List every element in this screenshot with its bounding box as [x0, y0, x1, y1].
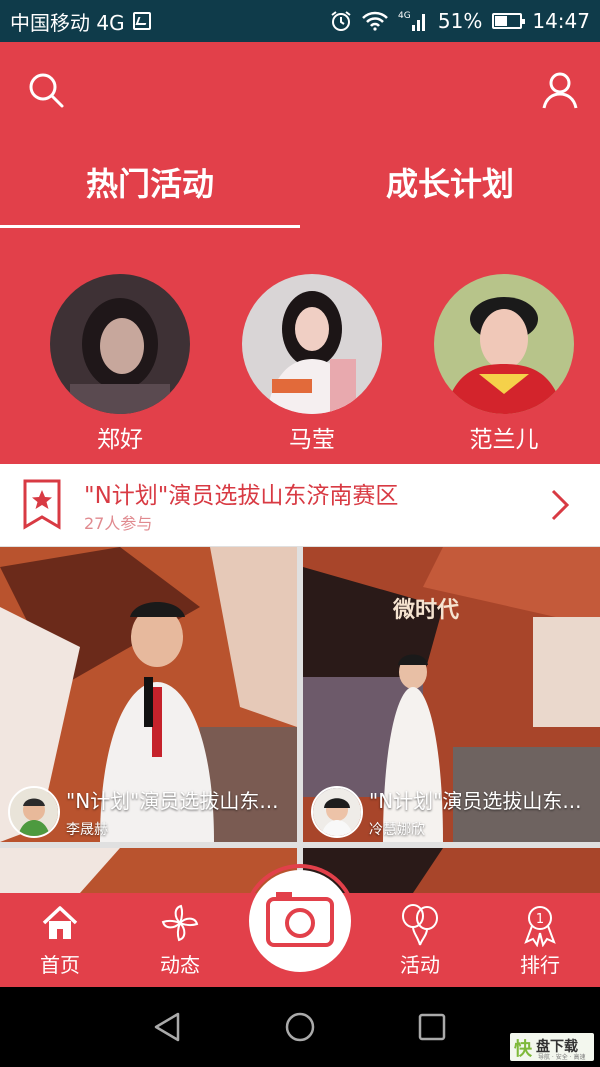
camera-icon: [266, 892, 334, 947]
system-nav-bar: 快 盘下载 导航 · 安全 · 高速: [0, 987, 600, 1067]
clock: 14:47: [532, 9, 590, 33]
alarm-icon: [331, 11, 351, 31]
wifi-icon: [362, 11, 388, 31]
star-item[interactable]: 马莹: [242, 274, 382, 454]
author-avatar: [8, 786, 60, 838]
nav-label: 活动: [400, 953, 440, 977]
active-tab-indicator: [0, 225, 300, 228]
card-title: "N计划"演员选拔山东...: [66, 789, 279, 813]
svg-text:4G: 4G: [398, 11, 411, 21]
star-name: 马莹: [289, 427, 335, 453]
battery-icon: [492, 13, 526, 29]
author-avatar: [311, 786, 363, 838]
nav-label: 排行: [520, 953, 560, 977]
tab-bar: 热门活动 成长计划: [0, 152, 600, 272]
star-item[interactable]: 范兰儿: [434, 274, 574, 454]
nav-activities[interactable]: 活动: [360, 893, 480, 987]
banner-text-decoration: 微时代: [392, 597, 459, 623]
tab-growth-plan[interactable]: 成长计划: [300, 152, 600, 216]
event-banner[interactable]: "N计划"演员选拔山东济南赛区 27人参与: [0, 464, 600, 546]
home-circle-icon[interactable]: [284, 1011, 316, 1043]
svg-text:1: 1: [536, 912, 544, 927]
carrier-label: 中国移动 4G: [10, 10, 125, 35]
card-title: "N计划"演员选拔山东...: [369, 789, 582, 813]
star-name: 郑好: [97, 427, 143, 453]
search-icon[interactable]: [26, 70, 66, 110]
battery-percent: 51%: [437, 9, 483, 33]
nav-ranking[interactable]: 1 排行: [480, 893, 600, 987]
participant-count: 27人参与: [84, 514, 153, 533]
ranking-medal-icon: 1: [524, 906, 556, 947]
activity-card[interactable]: "N计划"演员选拔山东... 李晟赫: [0, 547, 297, 842]
balloons-icon: [402, 904, 438, 946]
nav-home[interactable]: 首页: [0, 893, 120, 987]
event-title: "N计划"演员选拔山东济南赛区: [84, 483, 399, 509]
avatar: [434, 274, 574, 414]
card-author: 李晟赫: [66, 822, 108, 838]
star-name: 范兰儿: [469, 427, 539, 453]
signal-icon: 4G: [398, 11, 425, 31]
profile-icon[interactable]: [540, 70, 580, 110]
activity-card[interactable]: 微时代 "N计划"演员选拔山东... 冷慧娜欣: [303, 547, 600, 842]
avatar: [50, 274, 190, 414]
pinwheel-icon: [161, 904, 199, 942]
tab-hot-events[interactable]: 热门活动: [0, 152, 300, 216]
nav-feed[interactable]: 动态: [120, 893, 240, 987]
star-item[interactable]: 郑好: [50, 274, 190, 454]
image-icon: [132, 12, 151, 30]
status-bar: 中国移动 4G 4G 51% 14:47: [0, 0, 600, 42]
watermark-logo: 快 盘下载 导航 · 安全 · 高速: [510, 1033, 594, 1061]
header: 热门活动 成长计划 郑好 马莹 范兰儿: [0, 42, 600, 464]
card-author: 冷慧娜欣: [369, 822, 425, 838]
camera-button[interactable]: [249, 870, 351, 972]
avatar: [242, 274, 382, 414]
nav-label: 首页: [40, 953, 80, 977]
home-icon: [42, 906, 78, 939]
bookmark-star-icon: [23, 479, 61, 530]
recent-apps-icon[interactable]: [418, 1013, 446, 1041]
nav-label: 动态: [160, 953, 200, 977]
back-icon[interactable]: [152, 1011, 182, 1043]
chevron-right-icon: [551, 489, 570, 521]
